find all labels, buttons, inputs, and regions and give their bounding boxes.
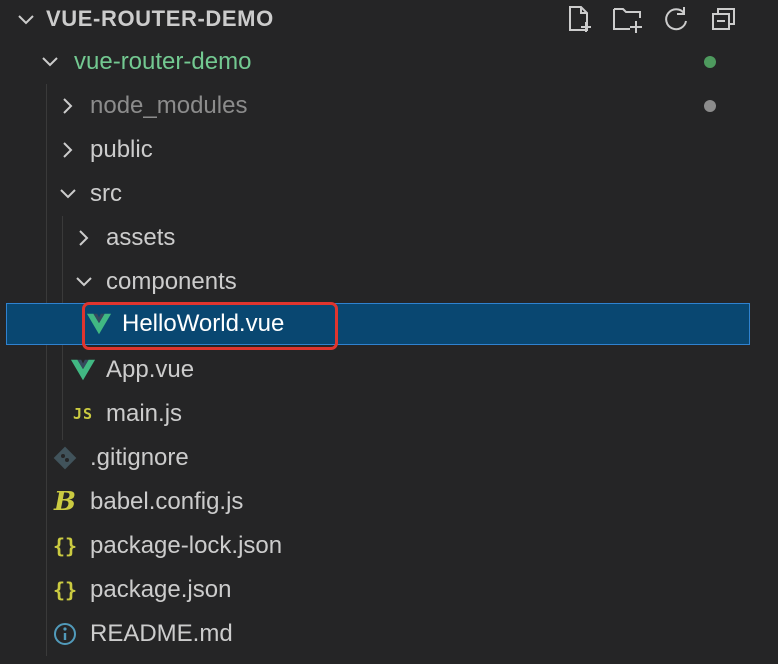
- tree-item-label: src: [90, 180, 122, 207]
- collapse-all-icon[interactable]: [708, 4, 740, 34]
- chevron-down-icon: [42, 57, 58, 67]
- explorer-section-header[interactable]: VUE-ROUTER-DEMO: [0, 0, 778, 38]
- json-file-icon: {}: [52, 534, 78, 558]
- tree-item-components[interactable]: components: [0, 260, 778, 304]
- tree-item-gitignore[interactable]: .gitignore: [0, 436, 778, 480]
- new-folder-icon[interactable]: [612, 4, 644, 34]
- new-file-icon[interactable]: [564, 4, 596, 34]
- tree-item-assets[interactable]: assets: [0, 216, 778, 260]
- tree-item-main-js[interactable]: JS main.js: [0, 392, 778, 436]
- chevron-down-icon[interactable]: [16, 10, 36, 30]
- tree-item-public[interactable]: public: [0, 128, 778, 172]
- javascript-file-icon: JS: [72, 405, 94, 423]
- tree-item-label: vue-router-demo: [74, 48, 252, 75]
- modified-indicator-dot: [704, 56, 716, 68]
- tree-item-label: node_modules: [90, 92, 248, 119]
- annotation-highlight-box: [82, 302, 338, 350]
- tree-item-label: public: [90, 136, 153, 163]
- section-title: VUE-ROUTER-DEMO: [46, 6, 274, 31]
- tree-item-label: main.js: [106, 400, 183, 427]
- tree-item-label: README.md: [90, 620, 233, 647]
- tree-item-node-modules[interactable]: node_modules: [0, 84, 778, 128]
- chevron-right-icon: [79, 230, 89, 246]
- tree-item-label: babel.config.js: [90, 488, 244, 515]
- tree-item-label: App.vue: [106, 356, 195, 383]
- json-file-icon: {}: [52, 578, 78, 602]
- tree-item-src[interactable]: src: [0, 172, 778, 216]
- tree-item-label: assets: [106, 224, 176, 251]
- section-actions: [564, 4, 740, 34]
- tree-item-babel-config[interactable]: B babel.config.js: [0, 480, 778, 524]
- tree-item-label: .gitignore: [90, 444, 189, 471]
- refresh-icon[interactable]: [660, 4, 692, 34]
- tree-item-app-vue[interactable]: App.vue: [0, 348, 778, 392]
- info-icon: [52, 620, 78, 648]
- git-file-icon: [52, 444, 78, 472]
- tree-item-readme-md[interactable]: README.md: [0, 612, 778, 656]
- chevron-right-icon: [63, 98, 73, 114]
- tree-item-label: components: [106, 268, 237, 295]
- ignored-indicator-dot: [704, 100, 716, 112]
- tree-item-package-lock-json[interactable]: {} package-lock.json: [0, 524, 778, 568]
- tree-item-label: package.json: [90, 576, 232, 603]
- vue-file-icon: [70, 356, 96, 384]
- explorer-panel: VUE-ROUTER-DEMO vue-router-demo node_mod…: [0, 0, 778, 664]
- chevron-down-icon: [60, 189, 76, 199]
- tree-item-vue-router-demo[interactable]: vue-router-demo: [0, 40, 778, 84]
- chevron-right-icon: [63, 142, 73, 158]
- babel-file-icon: B: [54, 487, 76, 517]
- tree-item-package-json[interactable]: {} package.json: [0, 568, 778, 612]
- chevron-down-icon: [76, 277, 92, 287]
- tree-item-label: package-lock.json: [90, 532, 283, 559]
